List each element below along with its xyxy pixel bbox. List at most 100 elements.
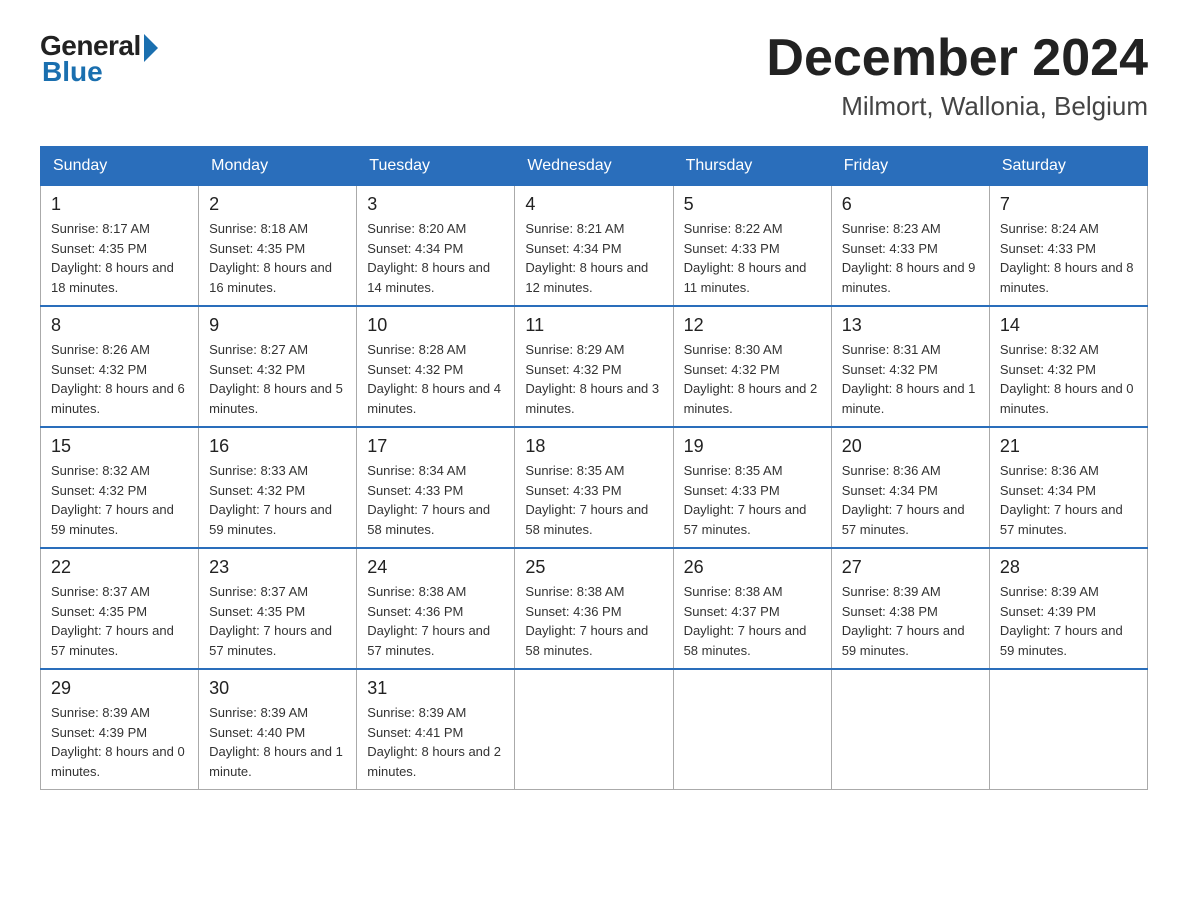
calendar-cell: 24 Sunrise: 8:38 AM Sunset: 4:36 PM Dayl… [357, 548, 515, 669]
weekday-header-monday: Monday [199, 147, 357, 186]
day-number: 22 [51, 557, 188, 578]
day-info: Sunrise: 8:39 AM Sunset: 4:38 PM Dayligh… [842, 582, 979, 660]
logo: General Blue [40, 30, 158, 88]
day-number: 5 [684, 194, 821, 215]
day-info: Sunrise: 8:36 AM Sunset: 4:34 PM Dayligh… [1000, 461, 1137, 539]
day-number: 17 [367, 436, 504, 457]
day-number: 30 [209, 678, 346, 699]
calendar-cell [673, 669, 831, 790]
calendar-cell: 19 Sunrise: 8:35 AM Sunset: 4:33 PM Dayl… [673, 427, 831, 548]
calendar-cell: 4 Sunrise: 8:21 AM Sunset: 4:34 PM Dayli… [515, 186, 673, 307]
day-number: 29 [51, 678, 188, 699]
calendar-cell: 25 Sunrise: 8:38 AM Sunset: 4:36 PM Dayl… [515, 548, 673, 669]
calendar-cell: 14 Sunrise: 8:32 AM Sunset: 4:32 PM Dayl… [989, 306, 1147, 427]
day-number: 14 [1000, 315, 1137, 336]
day-info: Sunrise: 8:17 AM Sunset: 4:35 PM Dayligh… [51, 219, 188, 297]
weekday-header-row: SundayMondayTuesdayWednesdayThursdayFrid… [41, 147, 1148, 186]
day-info: Sunrise: 8:21 AM Sunset: 4:34 PM Dayligh… [525, 219, 662, 297]
calendar-week-row: 15 Sunrise: 8:32 AM Sunset: 4:32 PM Dayl… [41, 427, 1148, 548]
day-number: 28 [1000, 557, 1137, 578]
calendar-cell: 11 Sunrise: 8:29 AM Sunset: 4:32 PM Dayl… [515, 306, 673, 427]
calendar-week-row: 29 Sunrise: 8:39 AM Sunset: 4:39 PM Dayl… [41, 669, 1148, 790]
calendar-cell: 15 Sunrise: 8:32 AM Sunset: 4:32 PM Dayl… [41, 427, 199, 548]
day-number: 20 [842, 436, 979, 457]
day-info: Sunrise: 8:36 AM Sunset: 4:34 PM Dayligh… [842, 461, 979, 539]
calendar-cell [989, 669, 1147, 790]
day-info: Sunrise: 8:39 AM Sunset: 4:41 PM Dayligh… [367, 703, 504, 781]
day-info: Sunrise: 8:32 AM Sunset: 4:32 PM Dayligh… [1000, 340, 1137, 418]
calendar-cell: 3 Sunrise: 8:20 AM Sunset: 4:34 PM Dayli… [357, 186, 515, 307]
calendar-cell: 16 Sunrise: 8:33 AM Sunset: 4:32 PM Dayl… [199, 427, 357, 548]
calendar-week-row: 8 Sunrise: 8:26 AM Sunset: 4:32 PM Dayli… [41, 306, 1148, 427]
calendar-week-row: 22 Sunrise: 8:37 AM Sunset: 4:35 PM Dayl… [41, 548, 1148, 669]
day-info: Sunrise: 8:35 AM Sunset: 4:33 PM Dayligh… [684, 461, 821, 539]
calendar-cell: 20 Sunrise: 8:36 AM Sunset: 4:34 PM Dayl… [831, 427, 989, 548]
day-info: Sunrise: 8:32 AM Sunset: 4:32 PM Dayligh… [51, 461, 188, 539]
page-header: General Blue December 2024 Milmort, Wall… [40, 30, 1148, 122]
day-number: 4 [525, 194, 662, 215]
weekday-header-friday: Friday [831, 147, 989, 186]
day-info: Sunrise: 8:26 AM Sunset: 4:32 PM Dayligh… [51, 340, 188, 418]
day-info: Sunrise: 8:34 AM Sunset: 4:33 PM Dayligh… [367, 461, 504, 539]
calendar-cell: 10 Sunrise: 8:28 AM Sunset: 4:32 PM Dayl… [357, 306, 515, 427]
calendar-cell: 26 Sunrise: 8:38 AM Sunset: 4:37 PM Dayl… [673, 548, 831, 669]
weekday-header-wednesday: Wednesday [515, 147, 673, 186]
day-info: Sunrise: 8:39 AM Sunset: 4:39 PM Dayligh… [51, 703, 188, 781]
location-title: Milmort, Wallonia, Belgium [766, 91, 1148, 122]
day-info: Sunrise: 8:31 AM Sunset: 4:32 PM Dayligh… [842, 340, 979, 418]
day-number: 13 [842, 315, 979, 336]
calendar-cell: 13 Sunrise: 8:31 AM Sunset: 4:32 PM Dayl… [831, 306, 989, 427]
calendar-cell: 17 Sunrise: 8:34 AM Sunset: 4:33 PM Dayl… [357, 427, 515, 548]
day-number: 16 [209, 436, 346, 457]
logo-blue-text: Blue [42, 56, 103, 88]
calendar-cell: 22 Sunrise: 8:37 AM Sunset: 4:35 PM Dayl… [41, 548, 199, 669]
day-number: 19 [684, 436, 821, 457]
day-number: 10 [367, 315, 504, 336]
day-info: Sunrise: 8:37 AM Sunset: 4:35 PM Dayligh… [209, 582, 346, 660]
day-number: 1 [51, 194, 188, 215]
calendar-cell: 18 Sunrise: 8:35 AM Sunset: 4:33 PM Dayl… [515, 427, 673, 548]
day-number: 18 [525, 436, 662, 457]
weekday-header-thursday: Thursday [673, 147, 831, 186]
day-info: Sunrise: 8:38 AM Sunset: 4:36 PM Dayligh… [525, 582, 662, 660]
day-number: 2 [209, 194, 346, 215]
day-number: 15 [51, 436, 188, 457]
title-section: December 2024 Milmort, Wallonia, Belgium [766, 30, 1148, 122]
calendar-cell: 31 Sunrise: 8:39 AM Sunset: 4:41 PM Dayl… [357, 669, 515, 790]
calendar-cell [515, 669, 673, 790]
day-number: 24 [367, 557, 504, 578]
logo-arrow-icon [144, 34, 158, 62]
calendar-week-row: 1 Sunrise: 8:17 AM Sunset: 4:35 PM Dayli… [41, 186, 1148, 307]
day-info: Sunrise: 8:39 AM Sunset: 4:39 PM Dayligh… [1000, 582, 1137, 660]
day-number: 21 [1000, 436, 1137, 457]
calendar-cell: 8 Sunrise: 8:26 AM Sunset: 4:32 PM Dayli… [41, 306, 199, 427]
calendar-cell [831, 669, 989, 790]
day-number: 7 [1000, 194, 1137, 215]
day-info: Sunrise: 8:29 AM Sunset: 4:32 PM Dayligh… [525, 340, 662, 418]
calendar-cell: 30 Sunrise: 8:39 AM Sunset: 4:40 PM Dayl… [199, 669, 357, 790]
day-info: Sunrise: 8:33 AM Sunset: 4:32 PM Dayligh… [209, 461, 346, 539]
calendar-cell: 9 Sunrise: 8:27 AM Sunset: 4:32 PM Dayli… [199, 306, 357, 427]
day-number: 12 [684, 315, 821, 336]
day-info: Sunrise: 8:37 AM Sunset: 4:35 PM Dayligh… [51, 582, 188, 660]
day-info: Sunrise: 8:24 AM Sunset: 4:33 PM Dayligh… [1000, 219, 1137, 297]
day-info: Sunrise: 8:23 AM Sunset: 4:33 PM Dayligh… [842, 219, 979, 297]
calendar-cell: 1 Sunrise: 8:17 AM Sunset: 4:35 PM Dayli… [41, 186, 199, 307]
calendar-cell: 29 Sunrise: 8:39 AM Sunset: 4:39 PM Dayl… [41, 669, 199, 790]
calendar-cell: 2 Sunrise: 8:18 AM Sunset: 4:35 PM Dayli… [199, 186, 357, 307]
calendar-cell: 28 Sunrise: 8:39 AM Sunset: 4:39 PM Dayl… [989, 548, 1147, 669]
day-info: Sunrise: 8:39 AM Sunset: 4:40 PM Dayligh… [209, 703, 346, 781]
calendar-cell: 23 Sunrise: 8:37 AM Sunset: 4:35 PM Dayl… [199, 548, 357, 669]
day-number: 3 [367, 194, 504, 215]
month-title: December 2024 [766, 30, 1148, 87]
day-number: 31 [367, 678, 504, 699]
calendar-cell: 27 Sunrise: 8:39 AM Sunset: 4:38 PM Dayl… [831, 548, 989, 669]
day-info: Sunrise: 8:20 AM Sunset: 4:34 PM Dayligh… [367, 219, 504, 297]
calendar-table: SundayMondayTuesdayWednesdayThursdayFrid… [40, 146, 1148, 790]
day-number: 23 [209, 557, 346, 578]
day-info: Sunrise: 8:35 AM Sunset: 4:33 PM Dayligh… [525, 461, 662, 539]
day-info: Sunrise: 8:18 AM Sunset: 4:35 PM Dayligh… [209, 219, 346, 297]
day-info: Sunrise: 8:22 AM Sunset: 4:33 PM Dayligh… [684, 219, 821, 297]
day-number: 9 [209, 315, 346, 336]
day-number: 11 [525, 315, 662, 336]
